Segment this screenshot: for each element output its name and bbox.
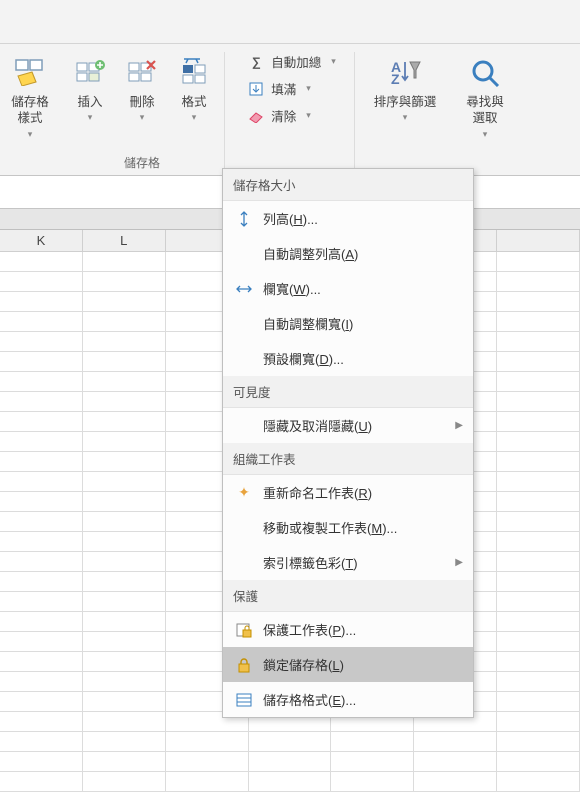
col-header[interactable]: K — [0, 230, 83, 252]
menu-item-protect-sheet[interactable]: 保護工作表(P)... — [223, 612, 473, 647]
protect-sheet-icon — [233, 621, 255, 639]
insert-label: 插入 — [77, 94, 102, 110]
clear-button[interactable]: 清除 ▾ — [247, 106, 336, 125]
col-width-icon — [233, 280, 255, 298]
menu-item-autofit-col[interactable]: 自動調整欄寬(I) — [223, 306, 473, 341]
format-label: 格式 — [181, 94, 206, 110]
sort-filter-label: 排序與篩選 — [374, 94, 437, 110]
ribbon: 儲存格 樣式 ▾ 插入 ▾ — [0, 44, 580, 176]
format-button[interactable]: 格式 ▾ — [168, 52, 220, 125]
group-label-cells: 儲存格 — [60, 154, 224, 171]
menu-item-tab-color[interactable]: 索引標籤色彩(T) ▶ — [223, 545, 473, 580]
fill-button[interactable]: 填滿 ▾ — [247, 79, 336, 98]
chevron-down-icon: ▾ — [306, 110, 311, 121]
chevron-right-icon: ▶ — [455, 420, 463, 431]
chevron-down-icon: ▾ — [88, 112, 93, 123]
menu-item-row-height[interactable]: 列高(H)... — [223, 201, 473, 236]
find-select-label: 尋找與 選取 — [466, 94, 504, 127]
rename-icon: ✦ — [233, 484, 255, 502]
format-cells-icon — [233, 691, 255, 709]
delete-icon — [124, 54, 160, 90]
svg-text:Z: Z — [391, 71, 400, 86]
delete-button[interactable]: 刪除 ▾ — [116, 52, 168, 125]
chevron-right-icon: ▶ — [455, 557, 463, 568]
menu-item-rename-sheet[interactable]: ✦ 重新命名工作表(R) — [223, 475, 473, 510]
sigma-icon: ∑ — [247, 53, 265, 71]
format-dropdown-menu: 儲存格大小 列高(H)... 自動調整列高(A) 欄寬(W)... 自動調整欄寬… — [222, 168, 474, 718]
menu-item-col-width[interactable]: 欄寬(W)... — [223, 271, 473, 306]
menu-section-protect: 保護 — [223, 580, 473, 612]
chevron-down-icon: ▾ — [192, 112, 197, 123]
menu-item-default-width[interactable]: 預設欄寬(D)... — [223, 341, 473, 376]
menu-item-autofit-row[interactable]: 自動調整列高(A) — [223, 236, 473, 271]
delete-label: 刪除 — [129, 94, 154, 110]
lock-icon — [233, 656, 255, 674]
chevron-down-icon: ▾ — [331, 56, 336, 67]
menu-item-move-copy[interactable]: 移動或複製工作表(M)... — [223, 510, 473, 545]
insert-button[interactable]: 插入 ▾ — [64, 52, 116, 125]
chevron-down-icon: ▾ — [403, 112, 408, 123]
eraser-icon — [247, 107, 265, 125]
insert-icon — [72, 54, 108, 90]
fill-down-icon — [247, 80, 265, 98]
menu-item-hide-unhide[interactable]: 隱藏及取消隱藏(U) ▶ — [223, 408, 473, 443]
sort-filter-button[interactable]: A Z 排序與篩選 ▾ — [363, 52, 447, 125]
cell-styles-icon — [12, 54, 48, 90]
find-select-button[interactable]: 尋找與 選取 ▾ — [459, 52, 511, 142]
cell-styles-label: 儲存格 樣式 — [11, 94, 49, 127]
row-height-icon — [233, 210, 255, 228]
chevron-down-icon: ▾ — [28, 129, 33, 140]
chevron-down-icon: ▾ — [483, 129, 488, 140]
cell-styles-button[interactable]: 儲存格 樣式 ▾ — [4, 52, 56, 142]
title-bar-fragment — [0, 0, 580, 44]
format-icon — [176, 54, 212, 90]
autosum-button[interactable]: ∑ 自動加總 ▾ — [247, 52, 336, 71]
menu-section-cell-size: 儲存格大小 — [223, 169, 473, 201]
col-header[interactable] — [497, 230, 580, 252]
chevron-down-icon: ▾ — [140, 112, 145, 123]
menu-section-organize: 組織工作表 — [223, 443, 473, 475]
menu-section-visibility: 可見度 — [223, 376, 473, 408]
magnifier-icon — [467, 54, 503, 90]
sort-filter-icon: A Z — [387, 54, 423, 90]
menu-item-lock-cell[interactable]: 鎖定儲存格(L) — [223, 647, 473, 682]
menu-item-format-cells[interactable]: 儲存格格式(E)... — [223, 682, 473, 717]
chevron-down-icon: ▾ — [306, 83, 311, 94]
col-header[interactable]: L — [83, 230, 166, 252]
